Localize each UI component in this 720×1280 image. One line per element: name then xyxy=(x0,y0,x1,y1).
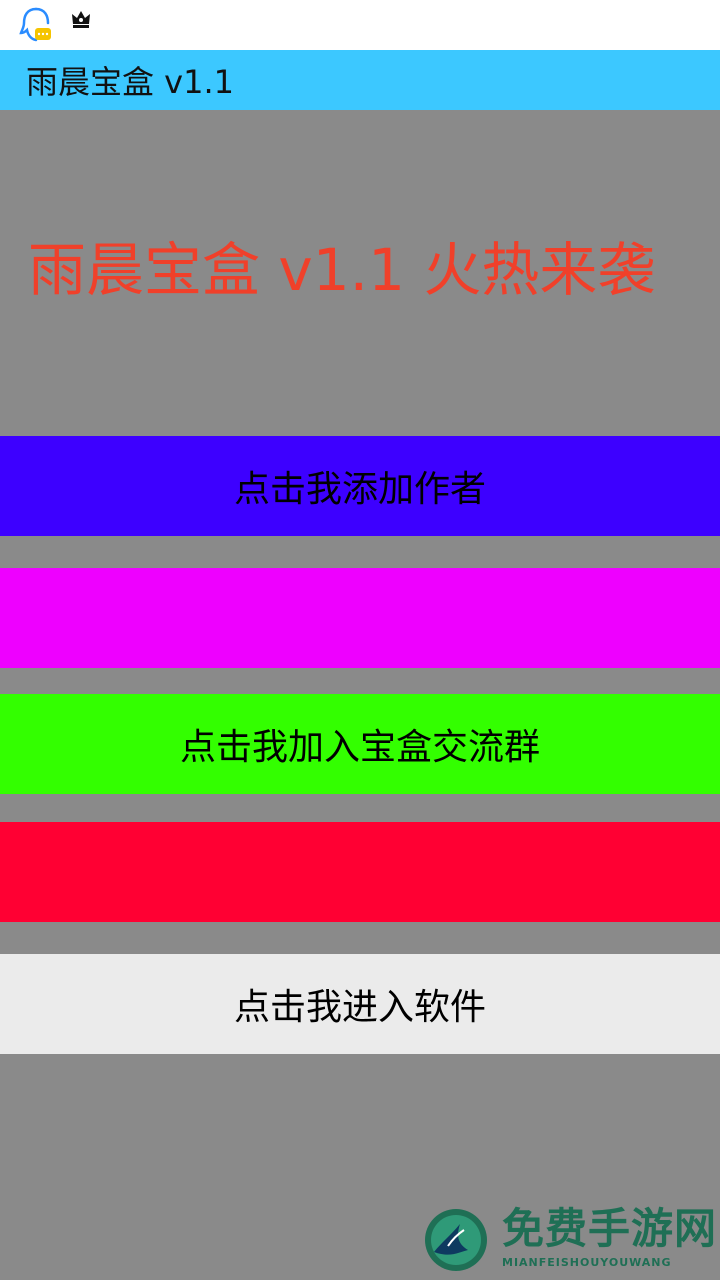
watermark: 免费手游网 MIANFEISHOUYOUWANG xyxy=(420,1200,720,1280)
headline-banner: 雨晨宝盒 v1.1 火热来袭 xyxy=(28,236,656,304)
status-bar xyxy=(0,0,720,50)
join-group-label: 点击我加入宝盒交流群 xyxy=(179,727,540,768)
watermark-logo-icon xyxy=(425,1209,487,1271)
magenta-button[interactable] xyxy=(0,568,720,668)
red-button[interactable] xyxy=(0,822,720,922)
add-author-button[interactable]: 点击我添加作者 xyxy=(0,436,720,536)
watermark-subtext: MIANFEISHOUYOUWANG xyxy=(502,1256,672,1269)
join-group-button[interactable]: 点击我加入宝盒交流群 xyxy=(0,694,720,794)
add-author-label: 点击我添加作者 xyxy=(233,469,486,510)
enter-app-button[interactable]: 点击我进入软件 xyxy=(0,954,720,1054)
enter-app-label: 点击我进入软件 xyxy=(233,987,486,1028)
watermark-text: 免费手游网 xyxy=(502,1204,718,1253)
app-bar: 雨晨宝盒 v1.1 xyxy=(0,50,720,110)
app-title: 雨晨宝盒 v1.1 xyxy=(26,63,235,101)
crown-icon xyxy=(72,11,90,28)
qq-icon xyxy=(19,7,51,42)
